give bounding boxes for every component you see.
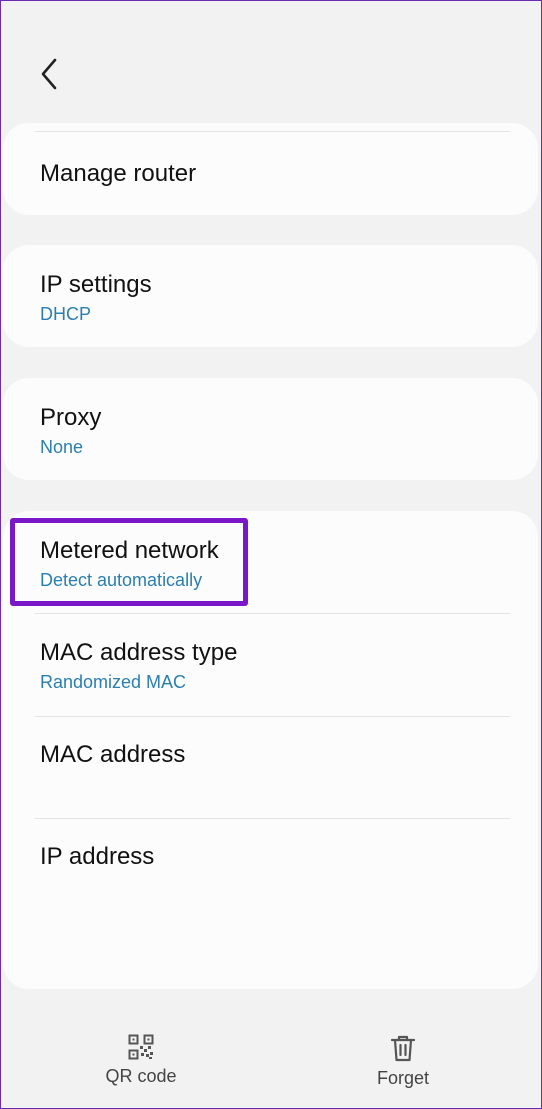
ip-settings-card[interactable]: IP settings DHCP (3, 245, 538, 347)
chevron-left-icon (41, 58, 57, 90)
mac-address-type-title: MAC address type (40, 639, 238, 666)
ip-settings-title: IP settings (40, 271, 152, 298)
forget-label: Forget (376, 1068, 430, 1088)
ip-address-row[interactable]: IP address (3, 819, 538, 921)
back-button[interactable] (31, 51, 67, 97)
mac-address-row[interactable]: MAC address (3, 717, 538, 819)
mac-address-type-value: Randomized MAC (40, 672, 187, 692)
manage-router-card[interactable]: Manage router (3, 123, 538, 215)
proxy-title: Proxy (40, 404, 102, 431)
proxy-card[interactable]: Proxy None (3, 378, 538, 480)
qr-code-button[interactable]: QR code (76, 1034, 206, 1094)
qr-code-label: QR code (105, 1066, 177, 1086)
highlight-box (10, 518, 248, 606)
proxy-value: None (40, 437, 84, 457)
ip-address-title: IP address (40, 843, 155, 870)
divider (35, 131, 510, 132)
qr-code-icon (128, 1034, 154, 1060)
manage-router-title: Manage router (40, 160, 197, 187)
mac-address-title: MAC address (40, 741, 186, 768)
trash-icon (390, 1035, 416, 1062)
ip-settings-value: DHCP (40, 304, 92, 324)
forget-button[interactable]: Forget (338, 1034, 468, 1094)
mac-address-type-row[interactable]: MAC address type Randomized MAC (3, 614, 538, 716)
